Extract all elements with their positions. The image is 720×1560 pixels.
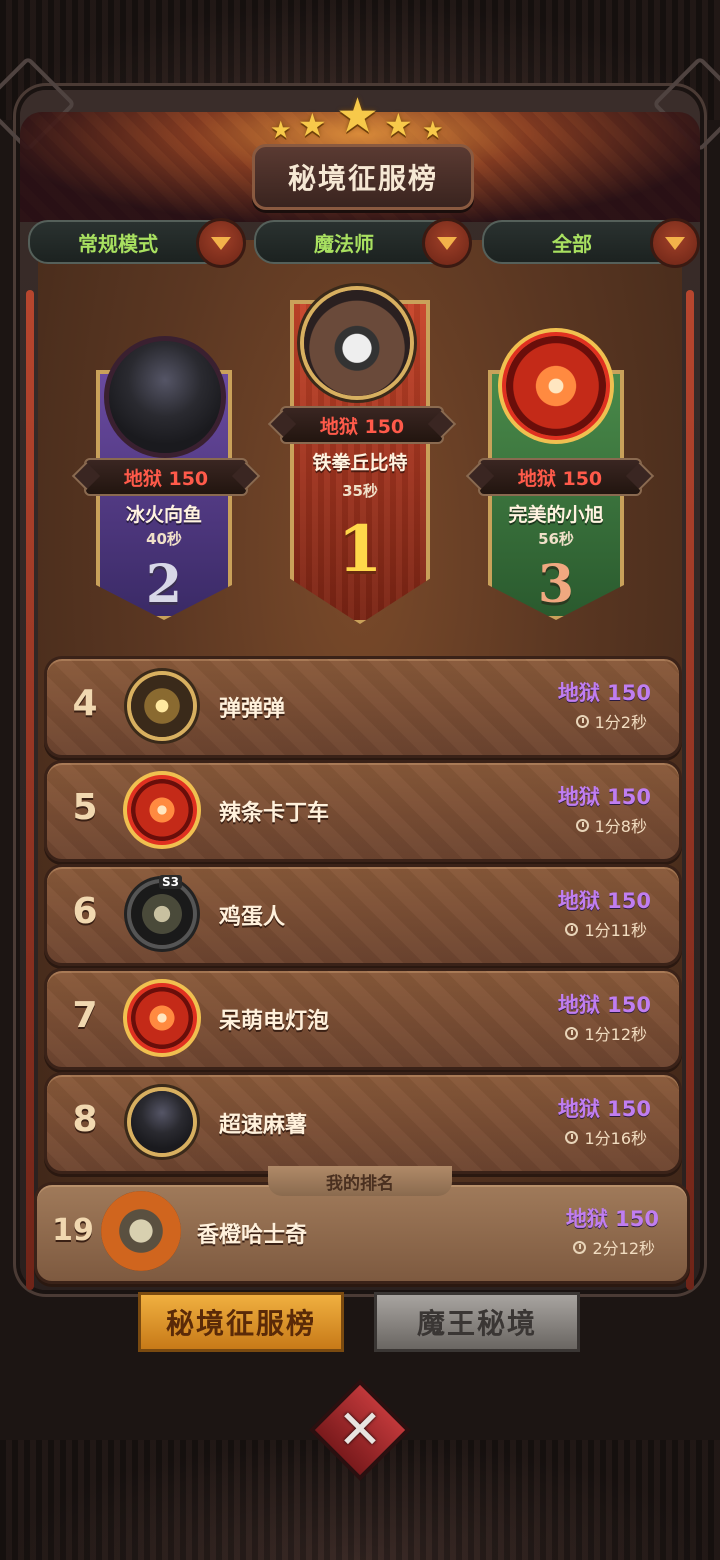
my-rank-number: 19 (52, 1213, 94, 1248)
my-clear-time: 2分12秒 (573, 1235, 655, 1259)
close-icon: ✕ (337, 1398, 383, 1461)
podium-name: 冰火向鱼 (125, 504, 202, 526)
rank-number: 8 (72, 1099, 98, 1140)
podium-rank: 2 (145, 554, 183, 615)
my-rank-row[interactable]: 19 香橙哈士奇 地狱 150 2分12秒 (34, 1182, 690, 1284)
lantern-avatar-icon (131, 675, 193, 737)
player-name: 辣条卡丁车 (219, 801, 330, 826)
rank-number: 4 (72, 683, 98, 724)
player-name: 呆萌电灯泡 (219, 1009, 330, 1034)
clear-time-value: 1分8秒 (594, 817, 647, 836)
podium-name: 完美的小旭 (508, 504, 604, 526)
clock-icon (575, 818, 589, 832)
fire-swirl-avatar-icon (506, 336, 606, 436)
star-icon: ★ (270, 116, 292, 144)
clear-time: 1分16秒 (565, 1125, 647, 1149)
player-name: 超速麻薯 (219, 1113, 308, 1138)
podium-name: 铁拳丘比特 (312, 452, 408, 474)
rank-number: 5 (72, 787, 98, 828)
my-player-name: 香橙哈士奇 (197, 1223, 308, 1248)
clear-time: 1分8秒 (575, 813, 647, 837)
chevron-down-icon[interactable] (650, 218, 700, 268)
page-title: 秘境征服榜 (252, 144, 474, 210)
my-difficulty-label: 地狱 150 (565, 1207, 659, 1231)
difficulty-label: 地狱 150 (557, 681, 651, 705)
difficulty-label: 地狱 150 (557, 993, 651, 1017)
left-rail (26, 290, 34, 1290)
clear-time-value: 1分12秒 (584, 1025, 647, 1044)
podium-time: 40秒 (146, 530, 182, 548)
pumpkin-avatar-icon (101, 1191, 181, 1271)
podium-time: 56秒 (538, 530, 574, 548)
difficulty-label: 地狱 150 (557, 889, 651, 913)
sheep-avatar-icon (304, 290, 410, 396)
clear-time: 1分11秒 (565, 917, 647, 941)
podium-difficulty: 地狱 150 (84, 458, 248, 496)
chevron-down-icon[interactable] (422, 218, 472, 268)
list-item[interactable]: 7 呆萌电灯泡 地狱 150 1分12秒 (44, 968, 682, 1070)
difficulty-label: 地狱 150 (557, 1097, 651, 1121)
podium-difficulty: 地狱 150 (280, 406, 444, 444)
clear-time: 1分2秒 (575, 709, 647, 733)
rank-number: 7 (72, 995, 98, 1036)
difficulty-label: 地狱 150 (557, 785, 651, 809)
filter-mode-dropdown[interactable]: 常规模式 (28, 218, 246, 268)
list-item[interactable]: 4 弹弹弹 地狱 150 1分2秒 (44, 656, 682, 758)
fire-swirl-avatar-icon (131, 779, 193, 841)
clock-icon (565, 922, 579, 936)
clock-icon (573, 1240, 587, 1254)
right-rail (686, 290, 694, 1290)
rank-number: 6 (72, 891, 98, 932)
clear-time-value: 1分2秒 (594, 713, 647, 732)
witch-hat-avatar-icon (131, 1091, 193, 1153)
clear-time-value: 1分11秒 (584, 921, 647, 940)
my-rank-label: 我的排名 (268, 1166, 452, 1196)
clock-icon (565, 1026, 579, 1040)
stars-decoration: ★ ★ ★ ★ ★ (270, 88, 450, 144)
star-icon: ★ (422, 116, 444, 144)
clock-icon (565, 1130, 579, 1144)
list-item[interactable]: 5 辣条卡丁车 地狱 150 1分8秒 (44, 760, 682, 862)
star-icon: ★ (298, 106, 327, 144)
my-clear-time-value: 2分12秒 (592, 1239, 655, 1258)
player-name: 弹弹弹 (219, 697, 286, 722)
star-icon: ★ (336, 88, 380, 144)
close-button[interactable]: ✕ (309, 1379, 411, 1481)
tab-demon-king-realm[interactable]: 魔王秘境 (374, 1292, 580, 1352)
star-icon: ★ (384, 106, 413, 144)
chevron-down-icon[interactable] (196, 218, 246, 268)
podium-difficulty: 地狱 150 (478, 458, 642, 496)
tab-conquest-leaderboard[interactable]: 秘境征服榜 (138, 1292, 344, 1352)
list-item[interactable]: 8 超速麻薯 地狱 150 1分16秒 (44, 1072, 682, 1174)
filter-class-dropdown[interactable]: 魔法师 (254, 218, 472, 268)
podium-rank: 3 (537, 554, 575, 615)
podium-rank: 1 (337, 512, 383, 587)
filter-scope-dropdown[interactable]: 全部 (482, 218, 700, 268)
list-item[interactable]: 6 S3 鸡蛋人 地狱 150 1分11秒 (44, 864, 682, 966)
witch-hat-avatar-icon (104, 336, 226, 458)
season-badge: S3 (159, 875, 182, 889)
goblin-avatar-icon: S3 (131, 875, 193, 945)
podium-time: 35秒 (342, 482, 378, 500)
clear-time-value: 1分16秒 (584, 1129, 647, 1148)
clock-icon (575, 714, 589, 728)
clear-time: 1分12秒 (565, 1021, 647, 1045)
fire-swirl-avatar-icon (131, 987, 193, 1049)
player-name: 鸡蛋人 (219, 905, 286, 930)
